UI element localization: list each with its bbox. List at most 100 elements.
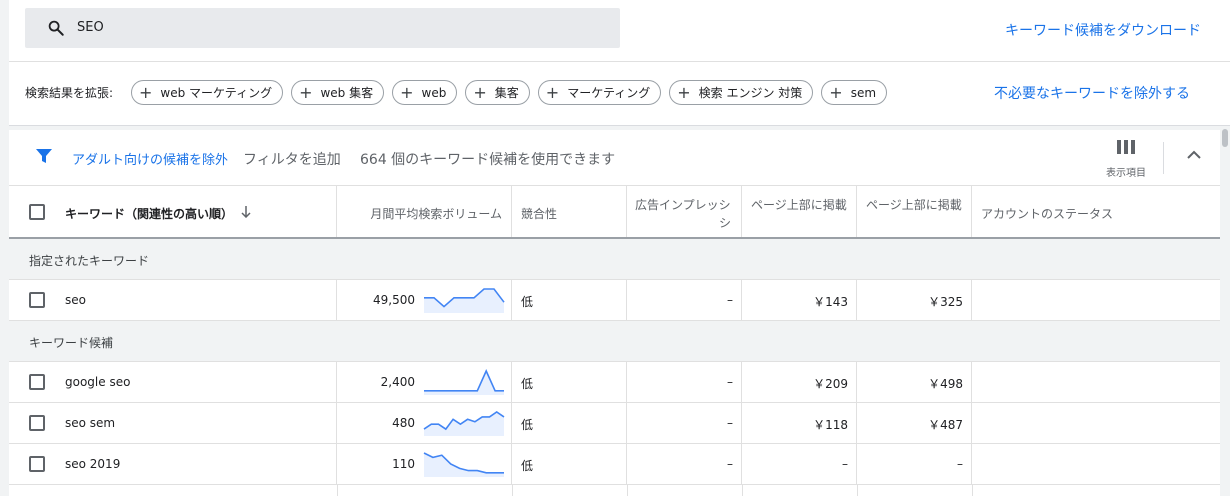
trend-sparkline [424, 369, 504, 395]
trend-sparkline [423, 411, 505, 436]
row-checkbox[interactable] [29, 415, 45, 431]
trend-sparkline [424, 288, 505, 313]
expand-chip[interactable]: + web 集客 [291, 80, 385, 105]
plus-icon: + [473, 82, 487, 102]
search-input[interactable]: SEO [25, 8, 620, 48]
chip-label: web マーケティング [160, 86, 273, 100]
expand-chip[interactable]: + 検索 エンジン 対策 [669, 80, 814, 105]
table-row-partial [9, 485, 1220, 496]
table-row[interactable]: seo sem 480 低 – ￥118 ￥487 [9, 403, 1220, 444]
bid-high-value: – [957, 457, 963, 471]
column-header-keyword[interactable]: キーワード（関連性の高い順） [9, 186, 337, 237]
scrollbar-thumb[interactable] [1222, 129, 1228, 147]
column-header-competition[interactable]: 競合性 [512, 186, 627, 237]
header-impression-line1: 広告インプレッシ [635, 198, 731, 212]
row-checkbox[interactable] [29, 374, 45, 390]
column-header-account-status[interactable]: アカウントのステータス [972, 186, 1220, 237]
select-all-checkbox[interactable] [29, 204, 45, 220]
plus-icon: + [139, 82, 153, 102]
cell-keyword: seo 2019 [9, 444, 337, 484]
cell-bid-low: ￥143 [742, 280, 857, 320]
cell-bid-high: – [857, 444, 972, 484]
chip-label: マーケティング [567, 86, 651, 100]
chip-label: 集客 [494, 86, 519, 100]
bid-high-value: ￥498 [928, 377, 963, 391]
cell-bid-high: ￥325 [857, 280, 972, 320]
cell-competition: 低 [512, 280, 627, 320]
keyword-table-panel: アダルト向けの候補を除外 フィルタを追加 664 個のキーワード候補を使用できま… [9, 130, 1220, 496]
competition-value: 低 [521, 377, 534, 391]
cell-competition: 低 [512, 444, 627, 484]
scrollbar[interactable] [1221, 127, 1230, 496]
bid-high-value: ￥487 [928, 418, 963, 432]
cell-competition: 低 [512, 362, 627, 402]
impression-value: – [727, 416, 733, 430]
column-header-top-high[interactable]: ページ上部に掲載 [857, 186, 972, 237]
cell-keyword: seo [9, 280, 337, 320]
cell-bid-low: ￥209 [742, 362, 857, 402]
column-header-top-low[interactable]: ページ上部に掲載 [742, 186, 857, 237]
keyword-text: seo sem [65, 416, 116, 430]
expand-chip[interactable]: + マーケティング [537, 80, 662, 105]
column-header-impression[interactable]: 広告インプレッシ シ [627, 186, 742, 237]
cell-keyword: seo sem [9, 403, 337, 443]
expand-chip[interactable]: + 集客 [465, 80, 530, 105]
cell-bid-low: – [742, 444, 857, 484]
bid-low-value: ￥143 [813, 295, 848, 309]
plus-icon: + [545, 82, 560, 102]
expand-chip[interactable]: + web [392, 80, 458, 105]
filter-icon[interactable] [36, 148, 52, 164]
cell-bid-high: ￥498 [857, 362, 972, 402]
table-row[interactable]: google seo 2,400 低 – ￥209 ￥498 [9, 362, 1220, 403]
competition-value: 低 [521, 295, 534, 309]
cell-impression: – [627, 280, 742, 320]
columns-button[interactable]: 表示項目 [1104, 140, 1148, 179]
header-volume-label: 月間平均検索ボリューム [370, 207, 502, 221]
chip-label: sem [850, 85, 877, 100]
exclude-keywords-link[interactable]: 不必要なキーワードを除外する [994, 83, 1190, 103]
keyword-count: 664 個のキーワード候補を使用できます [360, 152, 616, 168]
row-checkbox[interactable] [29, 292, 45, 308]
volume-value: 49,500 [373, 293, 415, 307]
add-filter-button[interactable]: フィルタを追加 [243, 149, 341, 169]
download-keywords-link[interactable]: キーワード候補をダウンロード [1005, 20, 1201, 40]
exclude-adult-link[interactable]: アダルト向けの候補を除外 [72, 149, 228, 168]
section-label: 指定されたキーワード [29, 254, 150, 268]
search-icon [48, 20, 64, 36]
expand-chip[interactable]: + sem [821, 80, 888, 105]
section-specified-keywords: 指定されたキーワード [9, 239, 1220, 280]
bid-high-value: ￥325 [928, 295, 963, 309]
competition-value: 低 [521, 459, 534, 473]
collapse-icon[interactable] [1187, 150, 1201, 160]
volume-value: 480 [392, 416, 415, 430]
columns-icon [1117, 140, 1135, 154]
bid-low-value: ￥118 [813, 418, 848, 432]
table-row[interactable]: seo 2019 110 低 – – – [9, 444, 1220, 485]
keyword-text: google seo [65, 375, 131, 389]
chip-label: web [421, 85, 447, 100]
cell-volume: 49,500 [337, 280, 512, 320]
row-checkbox[interactable] [29, 456, 45, 472]
cell-account-status [972, 444, 1220, 484]
cell-impression: – [627, 403, 742, 443]
divider [1163, 142, 1164, 174]
filter-bar: アダルト向けの候補を除外 フィルタを追加 664 個のキーワード候補を使用できま… [9, 130, 1220, 186]
sort-arrow-icon[interactable] [241, 206, 251, 218]
section-keyword-ideas: キーワード候補 [9, 321, 1220, 362]
keyword-text: seo 2019 [65, 457, 121, 471]
cell-competition: 低 [512, 403, 627, 443]
header-account-status-label: アカウントのステータス [981, 207, 1114, 221]
header-top-low-label: ページ上部に掲載 [751, 198, 847, 212]
table-row[interactable]: seo 49,500 低 – ￥143 ￥325 [9, 280, 1220, 321]
column-header-volume[interactable]: 月間平均検索ボリューム [337, 186, 512, 237]
header-impression-line2: シ [718, 216, 731, 230]
plus-icon: + [400, 82, 414, 102]
expand-chip[interactable]: + web マーケティング [131, 80, 284, 105]
header-competition-label: 競合性 [521, 207, 558, 221]
cell-bid-high: ￥487 [857, 403, 972, 443]
competition-value: 低 [521, 418, 534, 432]
chip-label: 検索 エンジン 対策 [698, 86, 803, 100]
trend-area [424, 289, 504, 313]
expand-chips: + web マーケティング + web 集客 + web + 集客 + マーケティング + 検索 エン… [131, 80, 888, 105]
plus-icon: + [829, 82, 843, 102]
